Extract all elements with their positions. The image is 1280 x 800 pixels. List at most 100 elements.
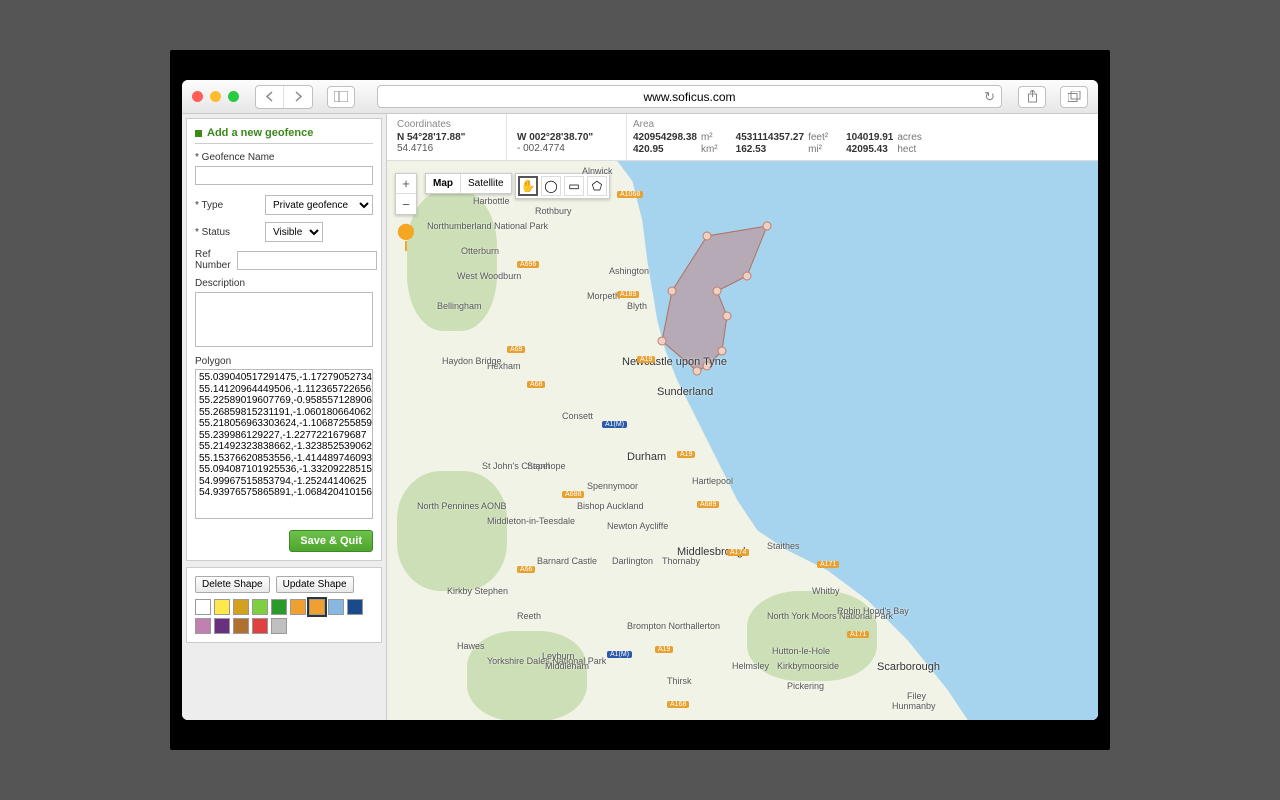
tabs-button[interactable]: [1060, 86, 1088, 108]
map-label: Blyth: [627, 301, 647, 311]
map-label: Staithes: [767, 541, 800, 551]
map-label: Thirsk: [667, 676, 692, 686]
sidebar-toggle-button[interactable]: [327, 86, 355, 108]
color-swatch[interactable]: [252, 599, 268, 615]
ref-label: Ref Number: [195, 249, 231, 271]
map-label: Rothbury: [535, 206, 572, 216]
polygon-label: Polygon: [195, 356, 373, 367]
reload-icon[interactable]: ↻: [984, 89, 995, 105]
route-badge: A69: [507, 346, 525, 353]
maximize-window-icon[interactable]: [228, 91, 239, 102]
route-badge: A19: [677, 451, 695, 458]
url-bar[interactable]: www.soficus.com ↻: [377, 85, 1002, 108]
route-badge: A168: [667, 701, 689, 708]
route-badge: A174: [727, 549, 749, 556]
route-badge: A696: [517, 261, 539, 268]
desc-label: Description: [195, 278, 373, 289]
map-label: Hawes: [457, 641, 485, 651]
map-label: Filey: [907, 691, 926, 701]
description-textarea[interactable]: [195, 292, 373, 347]
hand-tool-icon[interactable]: ✋: [518, 176, 538, 196]
color-swatch[interactable]: [347, 599, 363, 615]
map-label: Newton Aycliffe: [607, 521, 647, 531]
map-type-map[interactable]: Map: [426, 174, 461, 193]
geofence-form-panel: Add a new geofence * Geofence Name * Typ…: [186, 118, 382, 561]
map-label: Brompton Northallerton: [627, 621, 687, 631]
map-label: Robin Hood's Bay: [837, 606, 887, 616]
map-label: Leyburn: [542, 651, 575, 661]
route-badge: A171: [847, 631, 869, 638]
save-quit-button[interactable]: Save & Quit: [289, 530, 373, 552]
name-label: * Geofence Name: [195, 152, 373, 163]
map-label: Darlington: [612, 556, 653, 566]
map-label: Kirkbymoorside: [777, 661, 839, 671]
delete-shape-button[interactable]: Delete Shape: [195, 576, 270, 593]
polygon-tool-icon[interactable]: ⬠: [587, 176, 607, 196]
map-label: North Pennines AONB: [417, 501, 467, 511]
draw-tools: ✋ ◯ ▭ ⬠: [515, 173, 610, 199]
share-button[interactable]: [1018, 86, 1046, 108]
map-type-satellite[interactable]: Satellite: [461, 174, 511, 193]
map-label: Durham: [627, 451, 666, 463]
color-swatches-row-2: [195, 618, 373, 634]
color-swatch[interactable]: [195, 599, 211, 615]
map-label: North York Moors National Park: [767, 611, 837, 621]
map-label: Haydon Bridge: [442, 356, 482, 366]
minimize-window-icon[interactable]: [210, 91, 221, 102]
info-bar: Coordinates N 54°28'17.88" 54.4716 W 002…: [387, 114, 1098, 161]
map-label: Bishop Auckland: [577, 501, 627, 511]
area-col: Area 420954298.38m²420.95km² 4531114357.…: [627, 114, 1098, 160]
status-select[interactable]: Visible: [265, 222, 323, 242]
update-shape-button[interactable]: Update Shape: [276, 576, 354, 593]
color-swatch[interactable]: [328, 599, 344, 615]
square-icon: [195, 130, 202, 137]
type-select[interactable]: Private geofence: [265, 195, 373, 215]
color-swatch[interactable]: [290, 599, 306, 615]
map-label: Hartlepool: [692, 476, 733, 486]
color-swatch[interactable]: [233, 599, 249, 615]
route-badge: A171: [817, 561, 839, 568]
zoom-in-button[interactable]: +: [396, 174, 416, 194]
map-label: Scarborough: [877, 661, 940, 673]
map-label: Consett: [562, 411, 593, 421]
map-label: Otterburn: [461, 246, 499, 256]
color-swatch[interactable]: [214, 618, 230, 634]
circle-tool-icon[interactable]: ◯: [541, 176, 561, 196]
map-label: Hutton-le-Hole: [772, 646, 830, 656]
polygon-textarea[interactable]: [195, 369, 373, 519]
color-swatch[interactable]: [309, 599, 325, 615]
map-label: Reeth: [517, 611, 541, 621]
color-swatch[interactable]: [195, 618, 211, 634]
back-button[interactable]: [256, 86, 284, 108]
url-text: www.soficus.com: [643, 90, 735, 104]
map-label: West Woodburn: [457, 271, 497, 281]
rectangle-tool-icon[interactable]: ▭: [564, 176, 584, 196]
color-swatch[interactable]: [233, 618, 249, 634]
type-label: * Type: [195, 200, 259, 211]
map-label: Harbottle: [473, 196, 510, 206]
color-swatch[interactable]: [214, 599, 230, 615]
map-label: Barnard Castle: [537, 556, 587, 566]
color-swatch[interactable]: [252, 618, 268, 634]
main-panel: Coordinates N 54°28'17.88" 54.4716 W 002…: [386, 114, 1098, 720]
ref-number-input[interactable]: [237, 251, 377, 270]
color-swatch[interactable]: [271, 618, 287, 634]
route-badge: A1(M): [602, 421, 627, 428]
map-label: Pickering: [787, 681, 824, 691]
map-label: Whitby: [812, 586, 840, 596]
color-swatches-row-1: [195, 599, 373, 615]
zoom-out-button[interactable]: −: [396, 194, 416, 214]
close-window-icon[interactable]: [192, 91, 203, 102]
route-badge: A689: [697, 501, 719, 508]
map-label: St John's Chapel: [482, 461, 532, 471]
geofence-name-input[interactable]: [195, 166, 373, 185]
pegman-icon[interactable]: ⬤: [397, 221, 415, 251]
color-swatch[interactable]: [271, 599, 287, 615]
map-canvas[interactable]: + − ⬤ MapSatellite ✋ ◯ ▭ ⬠ AlnwickHarbot…: [387, 161, 1098, 720]
map-label: Middleton-in-Teesdale: [487, 516, 577, 526]
forward-button[interactable]: [284, 86, 312, 108]
route-badge: A68: [527, 381, 545, 388]
route-badge: A66: [517, 566, 535, 573]
panel-header: Add a new geofence: [195, 127, 373, 144]
map-label: Hunmanby: [892, 701, 936, 711]
